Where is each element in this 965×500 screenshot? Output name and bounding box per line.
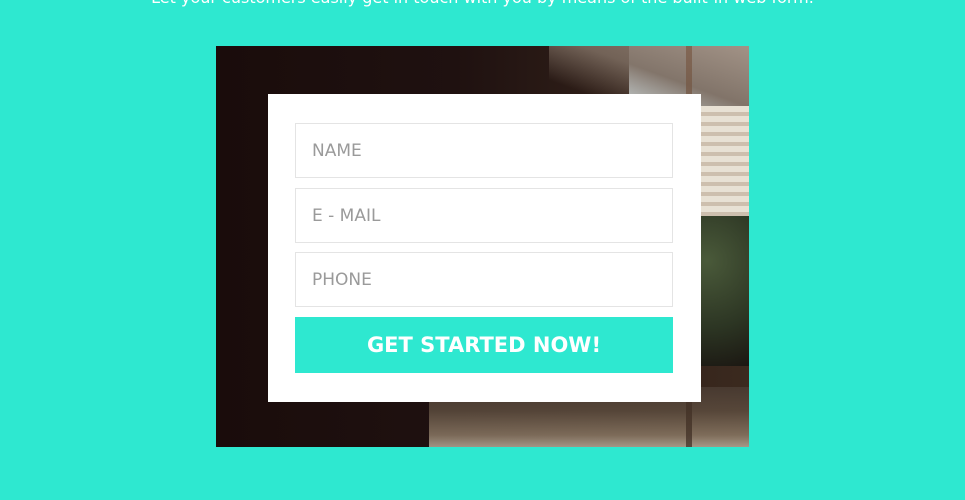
name-field-wrapper (295, 123, 673, 178)
get-started-button[interactable]: GET STARTED NOW! (295, 317, 673, 373)
email-field-wrapper (295, 188, 673, 243)
section-subtitle: Let your customers easily get in touch w… (0, 0, 965, 8)
phone-input[interactable] (296, 253, 672, 306)
contact-form: GET STARTED NOW! (268, 94, 701, 402)
name-input[interactable] (296, 124, 672, 177)
email-input[interactable] (296, 189, 672, 242)
phone-field-wrapper (295, 252, 673, 307)
